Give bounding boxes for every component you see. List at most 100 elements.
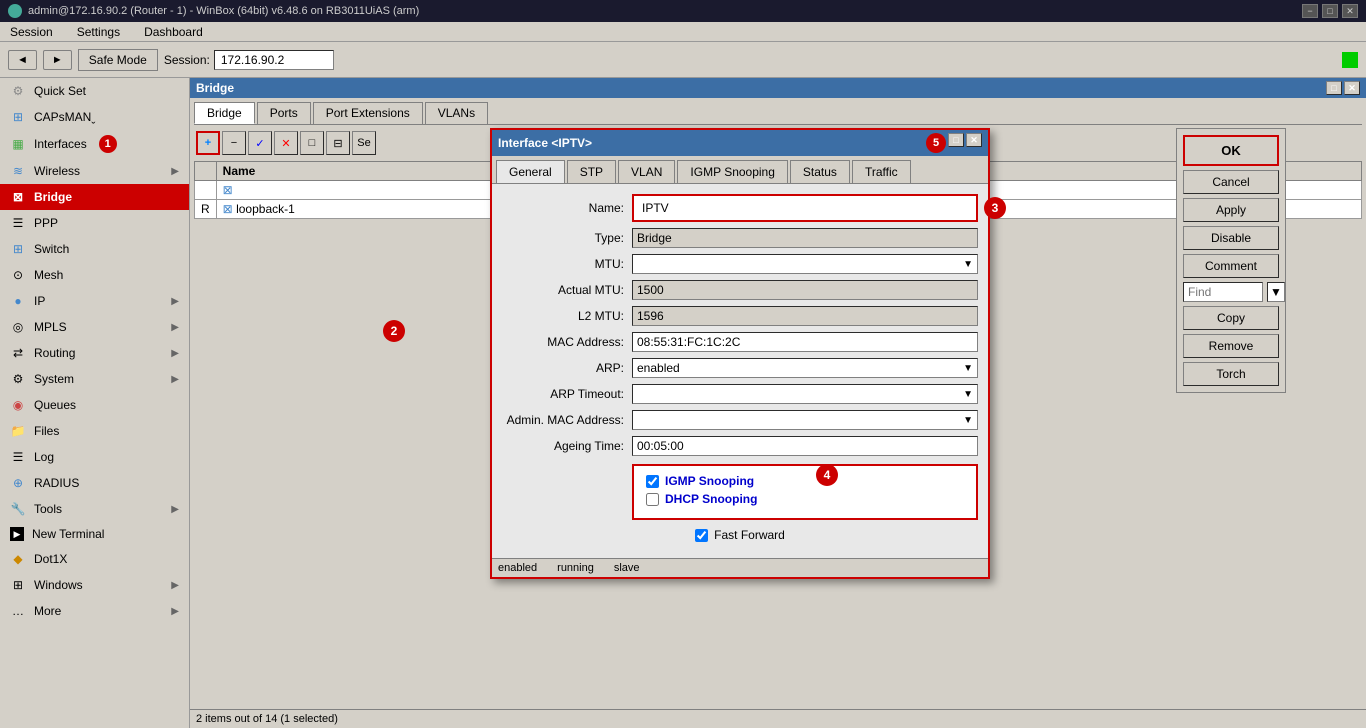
- window-controls[interactable]: − □ ✕: [1302, 4, 1358, 18]
- bridge-icon: ⊠: [10, 189, 26, 205]
- dhcp-snooping-checkbox[interactable]: [646, 493, 659, 506]
- sidebar-item-new-terminal[interactable]: ▶ New Terminal: [0, 522, 189, 546]
- sidebar-item-dot1x[interactable]: ◆ Dot1X: [0, 546, 189, 572]
- bridge-tab-vlans[interactable]: VLANs: [425, 102, 488, 124]
- ok-button[interactable]: OK: [1183, 135, 1279, 166]
- sidebar-item-ppp[interactable]: ☰ PPP: [0, 210, 189, 236]
- bridge-tab-bridge[interactable]: Bridge: [194, 102, 255, 124]
- dialog-tab-igmp-snooping[interactable]: IGMP Snooping: [677, 160, 788, 183]
- sidebar-label-mesh: Mesh: [34, 268, 63, 282]
- sidebar-item-ip[interactable]: ● IP ▶: [0, 288, 189, 314]
- apply-button[interactable]: Apply: [1183, 198, 1279, 222]
- menu-bar: Session Settings Dashboard: [0, 22, 1366, 42]
- sidebar-item-radius[interactable]: ⊕ RADIUS: [0, 470, 189, 496]
- toolbar: ◄ ► Safe Mode Session:: [0, 42, 1366, 78]
- terminal-icon: ▶: [10, 527, 24, 541]
- sidebar-item-queues[interactable]: ◉ Queues: [0, 392, 189, 418]
- find-input[interactable]: [1183, 282, 1263, 302]
- log-icon: ☰: [10, 449, 26, 465]
- sidebar-item-routing[interactable]: ⇄ Routing ▶: [0, 340, 189, 366]
- dialog-tab-traffic[interactable]: Traffic: [852, 160, 911, 183]
- admin-mac-select[interactable]: ▼: [632, 410, 978, 430]
- bridge-filter-button[interactable]: ⊟: [326, 131, 350, 155]
- arp-timeout-select[interactable]: ▼: [632, 384, 978, 404]
- dialog-tab-vlan[interactable]: VLAN: [618, 160, 675, 183]
- dialog-close-button[interactable]: ✕: [966, 133, 982, 147]
- routing-arrow: ▶: [171, 348, 179, 359]
- bridge-window-controls[interactable]: □ ✕: [1326, 81, 1360, 95]
- sidebar-item-system[interactable]: ⚙ System ▶: [0, 366, 189, 392]
- dialog-controls[interactable]: 5 □ ✕: [926, 133, 982, 153]
- bridge-x-button[interactable]: ✕: [274, 131, 298, 155]
- torch-button[interactable]: Torch: [1183, 362, 1279, 386]
- ageing-input[interactable]: [632, 436, 978, 456]
- bridge-delete-button[interactable]: −: [222, 131, 246, 155]
- remove-button[interactable]: Remove: [1183, 334, 1279, 358]
- comment-button[interactable]: Comment: [1183, 254, 1279, 278]
- bridge-title: Bridge: [196, 81, 234, 95]
- fast-forward-checkbox[interactable]: [695, 529, 708, 542]
- row2-flag: R: [195, 200, 217, 219]
- dialog-tab-status[interactable]: Status: [790, 160, 850, 183]
- sidebar-item-quick-set[interactable]: ⚙ Quick Set: [0, 78, 189, 104]
- back-button[interactable]: ◄: [8, 50, 37, 70]
- disable-button[interactable]: Disable: [1183, 226, 1279, 250]
- sidebar-item-tools[interactable]: 🔧 Tools ▶: [0, 496, 189, 522]
- dialog-tab-stp[interactable]: STP: [567, 160, 616, 183]
- interfaces-icon: ▦: [10, 136, 26, 152]
- bridge-square-button[interactable]: □: [300, 131, 324, 155]
- sidebar-item-switch[interactable]: ⊞ Switch: [0, 236, 189, 262]
- l2-mtu-label: L2 MTU:: [502, 309, 632, 323]
- bridge-tab-port-extensions[interactable]: Port Extensions: [313, 102, 423, 124]
- find-dropdown[interactable]: ▼: [1267, 282, 1285, 302]
- buttons-panel: OK Cancel Apply Disable Comment ▼ Copy R…: [1176, 128, 1286, 393]
- arp-select[interactable]: enabled ▼: [632, 358, 978, 378]
- session-box: Session:: [164, 50, 334, 70]
- sidebar-label-ip: IP: [34, 294, 45, 308]
- minimize-button[interactable]: −: [1302, 4, 1318, 18]
- more-arrow: ▶: [171, 606, 179, 617]
- dialog-titlebar: Interface <IPTV> 5 □ ✕: [492, 130, 988, 156]
- menu-dashboard[interactable]: Dashboard: [138, 23, 209, 41]
- bridge-tab-ports[interactable]: Ports: [257, 102, 311, 124]
- sidebar-item-files[interactable]: 📁 Files: [0, 418, 189, 444]
- row1-type: Bridge: [950, 181, 1361, 200]
- sidebar-item-mesh[interactable]: ⊙ Mesh: [0, 262, 189, 288]
- form-row-actual-mtu: Actual MTU:: [502, 280, 978, 300]
- menu-settings[interactable]: Settings: [71, 23, 126, 41]
- maximize-button[interactable]: □: [1322, 4, 1338, 18]
- sidebar-item-wireless[interactable]: ≋ Wireless ▶: [0, 158, 189, 184]
- sidebar-item-mpls[interactable]: ◎ MPLS ▶: [0, 314, 189, 340]
- dialog-maximize-button[interactable]: □: [948, 133, 964, 147]
- windows-icon: ⊞: [10, 577, 26, 593]
- admin-mac-arrow: ▼: [963, 415, 973, 426]
- mtu-select[interactable]: ▼: [632, 254, 978, 274]
- sidebar-item-capsman[interactable]: ⊞ CAPsMANˬ: [0, 104, 189, 130]
- type-label: Type:: [502, 231, 632, 245]
- bridge-close-button[interactable]: ✕: [1344, 81, 1360, 95]
- sidebar-item-interfaces[interactable]: ▦ Interfaces 1: [0, 130, 189, 158]
- sidebar-item-windows[interactable]: ⊞ Windows ▶: [0, 572, 189, 598]
- name-input[interactable]: [638, 198, 972, 218]
- close-button[interactable]: ✕: [1342, 4, 1358, 18]
- cancel-button[interactable]: Cancel: [1183, 170, 1279, 194]
- sidebar-item-bridge[interactable]: ⊠ Bridge: [0, 184, 189, 210]
- bridge-check-button[interactable]: ✓: [248, 131, 272, 155]
- safe-mode-button[interactable]: Safe Mode: [78, 49, 158, 71]
- sidebar-item-log[interactable]: ☰ Log: [0, 444, 189, 470]
- bridge-maximize-button[interactable]: □: [1326, 81, 1342, 95]
- status-running: running: [557, 562, 594, 574]
- bridge-settings-button[interactable]: Se: [352, 131, 376, 155]
- forward-button[interactable]: ►: [43, 50, 72, 70]
- session-input[interactable]: [214, 50, 334, 70]
- copy-button[interactable]: Copy: [1183, 306, 1279, 330]
- mac-input[interactable]: [632, 332, 978, 352]
- bridge-add-button[interactable]: +: [196, 131, 220, 155]
- sidebar-item-more[interactable]: … More ▶: [0, 598, 189, 624]
- menu-session[interactable]: Session: [4, 23, 59, 41]
- actual-mtu-value: [632, 280, 978, 300]
- content-area: Bridge □ ✕ Bridge Ports Port Extensions …: [190, 78, 1366, 728]
- igmp-snooping-checkbox[interactable]: [646, 475, 659, 488]
- badge-5: 5: [926, 133, 946, 153]
- dialog-tab-general[interactable]: General: [496, 160, 565, 183]
